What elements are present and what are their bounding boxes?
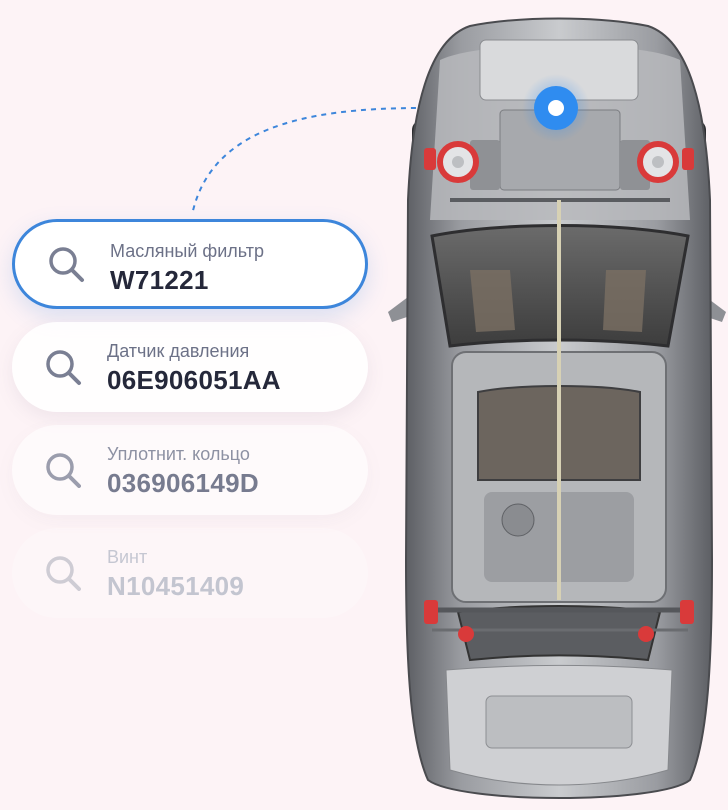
part-code: 06E906051AA bbox=[107, 365, 281, 395]
card-text: Винт N10451409 bbox=[107, 546, 244, 601]
part-label: Уплотнит. кольцо bbox=[107, 444, 250, 464]
part-code: 036906149D bbox=[107, 468, 259, 498]
part-label: Масляный фильтр bbox=[110, 241, 264, 261]
card-text: Уплотнит. кольцо 036906149D bbox=[107, 443, 259, 498]
part-code: W71221 bbox=[110, 265, 209, 295]
search-card-screw[interactable]: Винт N10451409 bbox=[12, 528, 368, 618]
part-label: Датчик давления bbox=[107, 341, 250, 361]
search-icon bbox=[46, 350, 81, 385]
search-card-pressure-sensor[interactable]: Датчик давления 06E906051AA bbox=[12, 322, 368, 412]
part-label: Винт bbox=[107, 547, 148, 567]
card-text: Масляный фильтр W71221 bbox=[110, 240, 264, 295]
search-card-oil-filter[interactable]: Масляный фильтр W71221 bbox=[12, 219, 368, 309]
part-code: N10451409 bbox=[107, 571, 245, 601]
search-icon bbox=[46, 453, 81, 488]
location-marker-icon bbox=[522, 74, 590, 142]
search-icon bbox=[49, 247, 84, 282]
search-icon bbox=[46, 556, 81, 591]
search-card-seal-ring[interactable]: Уплотнит. кольцо 036906149D bbox=[12, 425, 368, 515]
car-illustration bbox=[388, 17, 726, 799]
page: Масляный фильтр W71221 Датчик давления 0… bbox=[0, 0, 728, 810]
card-text: Датчик давления 06E906051AA bbox=[107, 340, 281, 395]
